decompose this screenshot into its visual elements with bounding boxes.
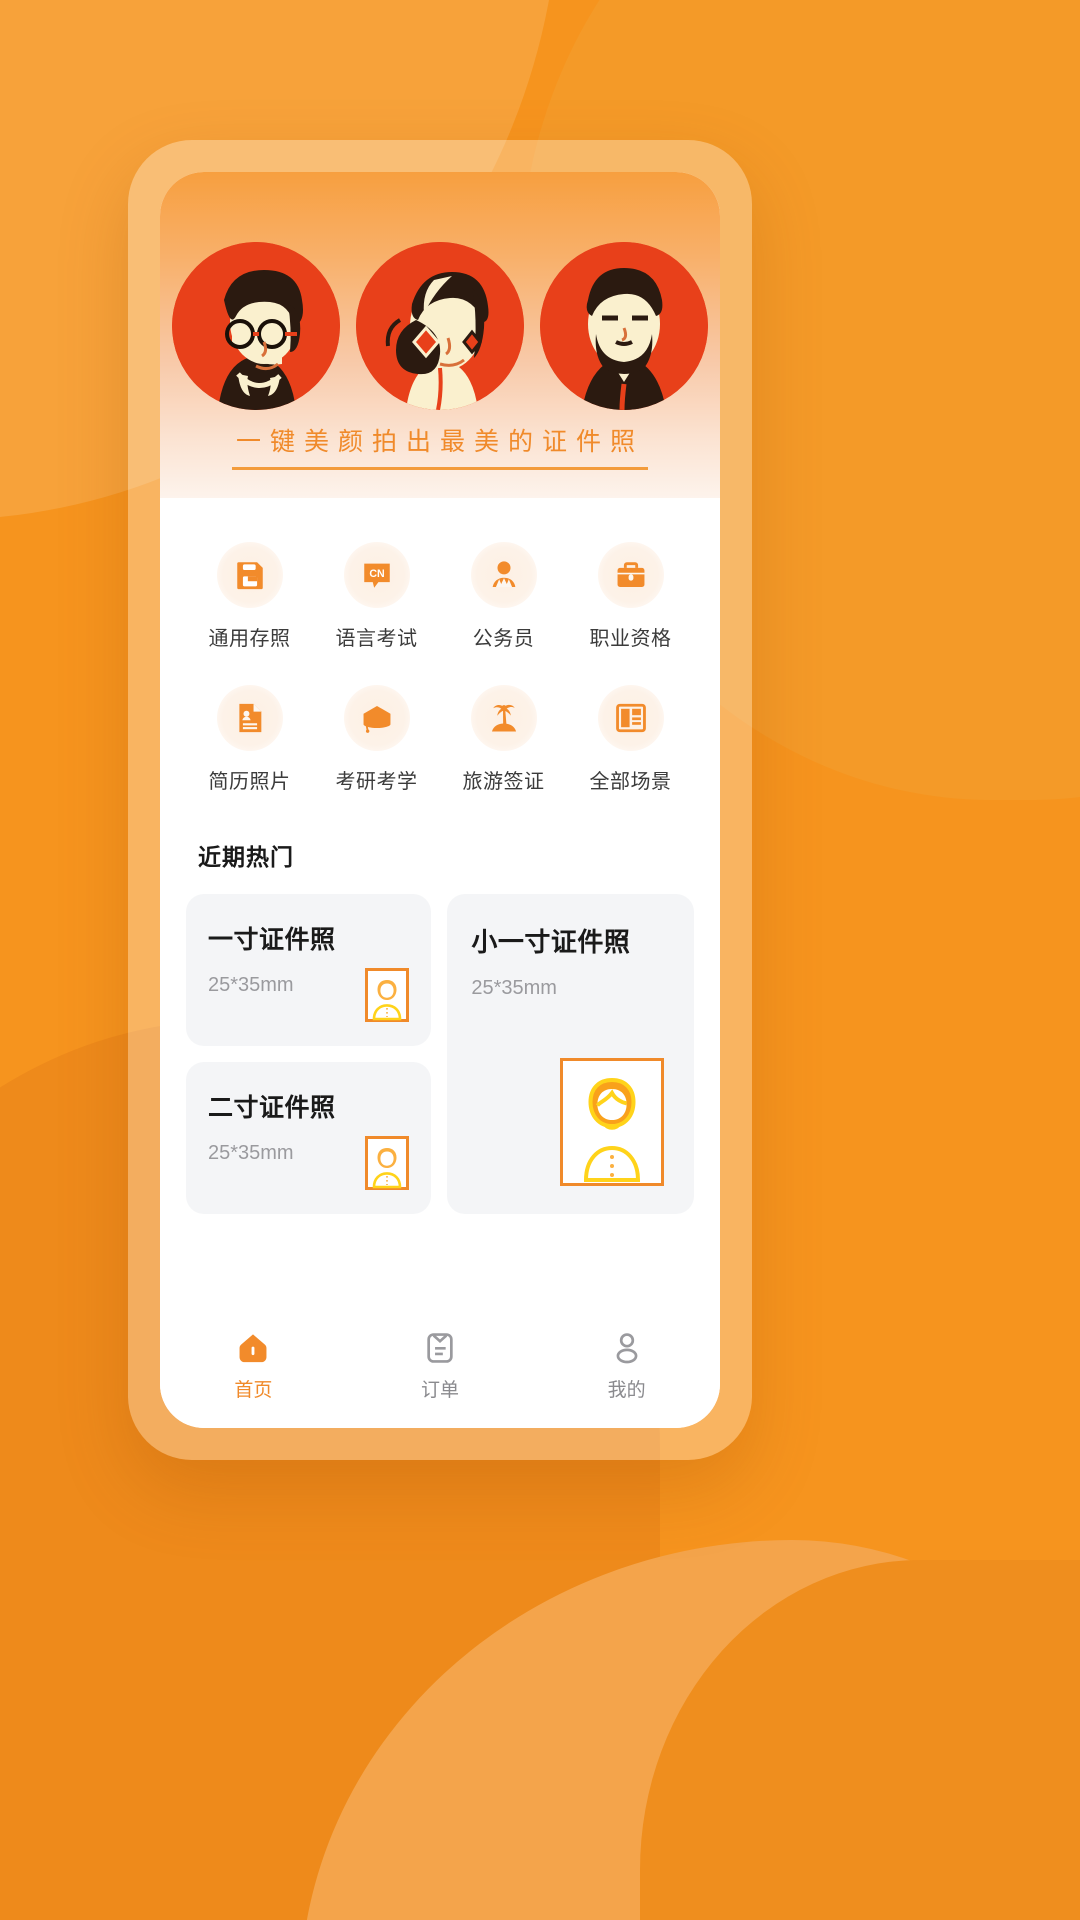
hero-slogan-text: 一键美颜拍出最美的证件照 — [231, 422, 648, 470]
category-label: 旅游签证 — [462, 771, 545, 793]
hot-card-one-inch[interactable]: 一寸证件照 25*35mm — [186, 894, 432, 1046]
svg-text:CN: CN — [369, 568, 384, 580]
clipboard-order-icon — [423, 1331, 457, 1365]
category-label: 简历照片 — [208, 771, 291, 793]
category-item-all-scenes[interactable]: 全部场景 — [567, 685, 694, 794]
palm-tree-icon — [470, 685, 537, 751]
hot-card-two-inch[interactable]: 二寸证件照 25*35mm — [186, 1062, 432, 1214]
nav-item-orders[interactable]: 订单 — [347, 1331, 534, 1402]
hot-section-title: 近期热门 — [198, 844, 294, 870]
category-grid: 通用存照 CN 语言考试 公务员 职业资格 简历照片 考研考学 旅游签证 全部场… — [160, 498, 720, 794]
resume-document-icon — [216, 685, 283, 751]
id-photo-large-icon — [560, 1058, 664, 1186]
hot-card-small-one-inch[interactable]: 小一寸证件照 25*35mm — [447, 894, 694, 1214]
graduation-cap-icon — [343, 685, 410, 751]
category-label: 通用存照 — [208, 628, 291, 650]
category-item-travel-visa[interactable]: 旅游签证 — [440, 685, 567, 794]
hot-cards-left-column: 一寸证件照 25*35mm 二寸证件照 25*35mm — [186, 894, 432, 1214]
nav-label: 订单 — [421, 1379, 460, 1401]
id-photo-thumb-icon — [365, 1136, 410, 1190]
hot-card-title: 一寸证件照 — [208, 926, 336, 954]
nav-item-profile[interactable]: 我的 — [533, 1331, 720, 1402]
avatar-woman-bun — [356, 242, 524, 410]
avatar-man-beard — [540, 242, 708, 410]
briefcase-icon — [597, 542, 664, 608]
category-item-professional-qualification[interactable]: 职业资格 — [567, 542, 694, 651]
save-disk-icon — [216, 542, 283, 608]
hot-cards: 一寸证件照 25*35mm 二寸证件照 25*35mm 小一寸证件照 25*35… — [186, 894, 694, 1214]
category-label: 全部场景 — [589, 771, 672, 793]
hot-card-title: 小一寸证件照 — [471, 927, 631, 957]
hot-card-title: 二寸证件照 — [208, 1094, 336, 1122]
person-icon — [470, 542, 537, 608]
nav-label: 首页 — [234, 1379, 273, 1401]
hero-banner: 一键美颜拍出最美的证件照 — [160, 172, 720, 498]
category-item-language-exam[interactable]: CN 语言考试 — [313, 542, 440, 651]
category-label: 考研考学 — [335, 771, 418, 793]
category-item-postgraduate-exam[interactable]: 考研考学 — [313, 685, 440, 794]
home-icon — [236, 1331, 270, 1365]
grid-layout-icon — [597, 685, 664, 751]
hot-card-size: 25*35mm — [471, 977, 557, 999]
nav-item-home[interactable]: 首页 — [160, 1331, 347, 1402]
phone-screen: 一键美颜拍出最美的证件照 通用存照 CN 语言考试 公务员 职业资格 简历照片 … — [160, 172, 720, 1428]
category-item-general-photo[interactable]: 通用存照 — [186, 542, 313, 651]
category-label: 语言考试 — [335, 628, 418, 650]
cn-speech-bubble-icon: CN — [343, 542, 410, 608]
user-profile-icon — [610, 1331, 644, 1365]
hero-avatar-row — [160, 242, 720, 410]
hero-slogan: 一键美颜拍出最美的证件照 — [160, 422, 720, 470]
category-label: 职业资格 — [589, 628, 672, 650]
id-photo-thumb-icon — [365, 968, 410, 1022]
avatar-man-glasses — [172, 242, 340, 410]
category-label: 公务员 — [472, 628, 535, 650]
bottom-navigation: 首页 订单 我的 — [160, 1316, 720, 1428]
nav-label: 我的 — [607, 1379, 646, 1401]
category-item-civil-servant[interactable]: 公务员 — [440, 542, 567, 651]
category-item-resume-photo[interactable]: 简历照片 — [186, 685, 313, 794]
